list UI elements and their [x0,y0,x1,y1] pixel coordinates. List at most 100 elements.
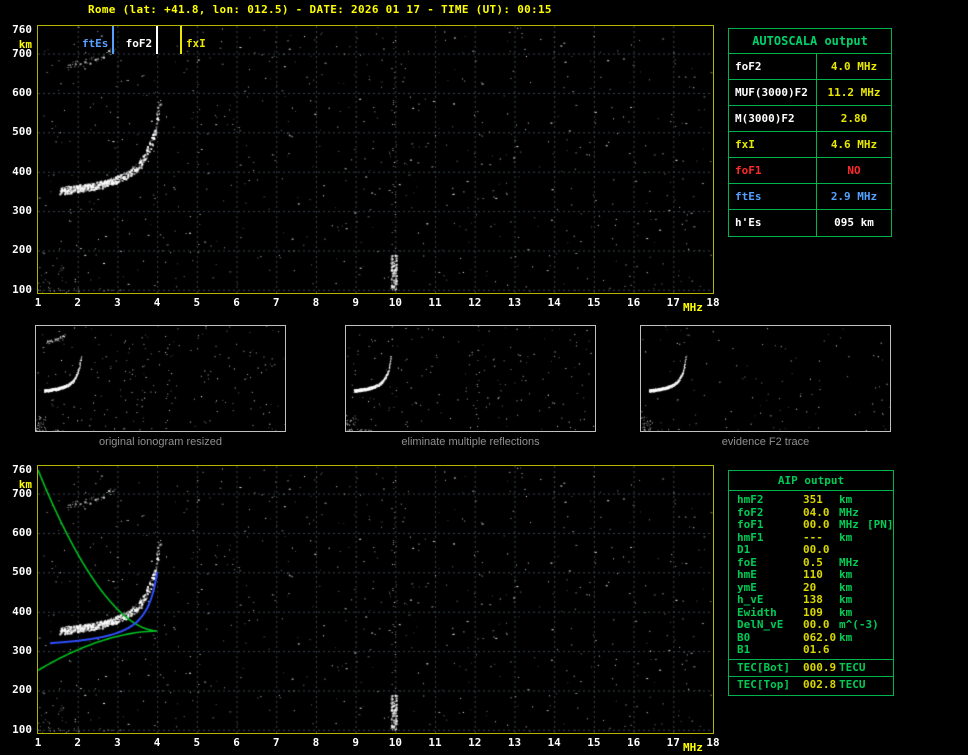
aip-row: D1 00.0 [729,543,893,557]
aip-param: B1 [737,643,751,656]
aip-extra: [PN] [867,518,894,531]
top-plot-x-tick-label: 2 [74,296,82,309]
autoscala-value: 2.9 MHz [830,190,878,203]
top-plot-x-tick-label: 15 [587,296,601,309]
bottom-plot-y-tick-label: 300 [12,644,32,658]
aip-value: 110 [803,568,823,581]
fof2-marker-line [156,26,159,54]
bottom-ionogram-canvas [38,466,713,733]
autoscala-value: 4.6 MHz [830,138,878,151]
autoscala-row: fxI 4.6 MHz [729,132,891,158]
station-date-title: Rome (lat: +41.8, lon: 012.5) - DATE: 20… [88,3,552,16]
aip-unit: km [839,593,853,606]
aip-value: 00.0 [803,618,830,631]
bottom-plot-y-tick-label: 500 [12,565,32,579]
top-plot-y-tick-label: 600 [12,85,32,99]
autoscala-row: foF2 4.0 MHz [729,54,891,80]
aip-value: 351 [803,493,823,506]
bottom-plot-x-tick-label: 6 [233,736,240,749]
aip-unit: km [839,493,853,506]
autoscala-row: h'Es 095 km [729,210,891,236]
bottom-plot-x-tick-label: 2 [74,736,82,749]
bottom-plot-x-tick-label: 5 [193,736,201,749]
autoscala-param: h'Es [729,210,817,236]
aip-tec-row: TEC[Top] 002.8 TECU [729,678,893,692]
bottom-plot-x-tick-label: 8 [312,736,320,749]
aip-row: hmF2 351 km [729,493,893,507]
top-plot-y-tick-label: 300 [12,204,32,218]
bottom-plot-y-tick-label: 760 [12,462,32,476]
bottom-plot-x-tick-label: 13 [507,736,522,749]
aip-separator [729,658,893,660]
thumb-original-ionogram-canvas [36,326,285,431]
bottom-plot-y-tick-label: 700 [12,486,32,500]
autoscala-param: MUF(3000)F2 [729,80,817,105]
autoscala-row: M(3000)F2 2.80 [729,106,891,132]
thumb-evidence-f2-trace [640,325,891,432]
top-plot-y-tick-label: 500 [12,125,32,139]
bottom-plot-mhz-unit-label: MHz [683,741,703,754]
aip-value: 00.0 [803,543,830,556]
top-plot-x-tick-label: 10 [388,296,402,309]
autoscala-window: Rome (lat: +41.8, lon: 012.5) - DATE: 20… [0,0,968,755]
bottom-ionogram-plot [37,465,714,734]
aip-unit: m^(-3) [839,618,879,631]
bottom-plot-x-tick-label: 7 [272,736,280,749]
thumb-caption-eliminate: eliminate multiple reflections [401,436,540,448]
thumb-eliminate-reflections-canvas [346,326,595,431]
aip-unit: MHz [839,518,859,531]
thumb-caption-original: original ionogram resized [99,436,222,448]
top-plot-x-tick-label: 11 [428,296,442,309]
aip-param: hmE [737,568,757,581]
top-plot-x-tick-label: 5 [193,296,201,309]
autoscala-row: MUF(3000)F2 11.2 MHz [729,80,891,106]
autoscala-param: foF1 [729,158,817,183]
top-plot-x-tick-label: 4 [153,296,161,309]
bottom-plot-x-tick-label: 9 [352,736,359,749]
fxi-marker-line [179,26,182,54]
top-plot-mhz-unit-label: MHz [683,301,703,314]
aip-param: D1 [737,543,751,556]
aip-separator [729,676,893,677]
top-plot-x-tick-label: 9 [352,296,359,309]
aip-row: h_vE 138 km [729,593,893,607]
aip-tec-value: 002.8 [803,678,837,691]
aip-tec-value: 000.9 [803,660,837,674]
bottom-plot-x-tick-label: 3 [114,736,121,749]
aip-unit: km [839,530,853,544]
bottom-plot-y-tick-label: 400 [12,604,32,618]
top-plot-y-tick-label: 400 [12,164,32,178]
top-ionogram-canvas [38,26,713,293]
bottom-plot-y-tick-label: 200 [12,683,32,697]
aip-row: DelN_vE 00.0 m^(-3) [729,618,893,632]
thumb-original-ionogram [35,325,286,432]
top-plot-x-tick-label: 16 [626,296,641,309]
bottom-plot-y-tick-label: 100 [12,722,32,736]
aip-param: foF1 [737,518,764,531]
thumb-evidence-f2-trace-canvas [641,326,890,431]
aip-output-panel: AIP output hmF2 351 km foF2 04.0 MHz foF1 00.0 M… [728,470,894,696]
aip-row: hmE 110 km [729,568,893,582]
bottom-plot-x-tick-label: 4 [153,736,161,749]
top-plot-x-tick-label: 12 [468,296,482,309]
aip-value: 01.6 [803,643,830,656]
top-plot-y-tick-label: 700 [12,46,32,60]
autoscala-param: M(3000)F2 [729,106,817,131]
bottom-plot-y-tick-label: 600 [12,525,32,539]
aip-tec-unit: TECU [839,678,866,691]
aip-value: 00.0 [803,518,830,531]
aip-param: h_vE [737,593,764,606]
fof2-marker-label: foF2 [125,37,153,50]
top-plot-x-tick-label: 14 [547,296,561,309]
autoscala-value: NO [847,164,861,177]
top-plot-x-tick-label: 13 [507,296,522,309]
bottom-plot-x-tick-label: 10 [388,736,402,749]
aip-param: hmF2 [737,493,764,506]
aip-tec-unit: TECU [839,660,866,674]
thumb-eliminate-reflections [345,325,596,432]
aip-tec-row: TEC[Bot] 000.9 TECU [729,660,893,675]
bottom-plot-x-tick-label: 14 [547,736,561,749]
bottom-plot-x-tick-label: 17 [666,736,680,749]
autoscala-output-rows: foF2 4.0 MHz MUF(3000)F2 11.2 MHz M(3000)F2 2… [729,54,891,236]
top-plot-x-tick-label: 1 [34,296,42,309]
